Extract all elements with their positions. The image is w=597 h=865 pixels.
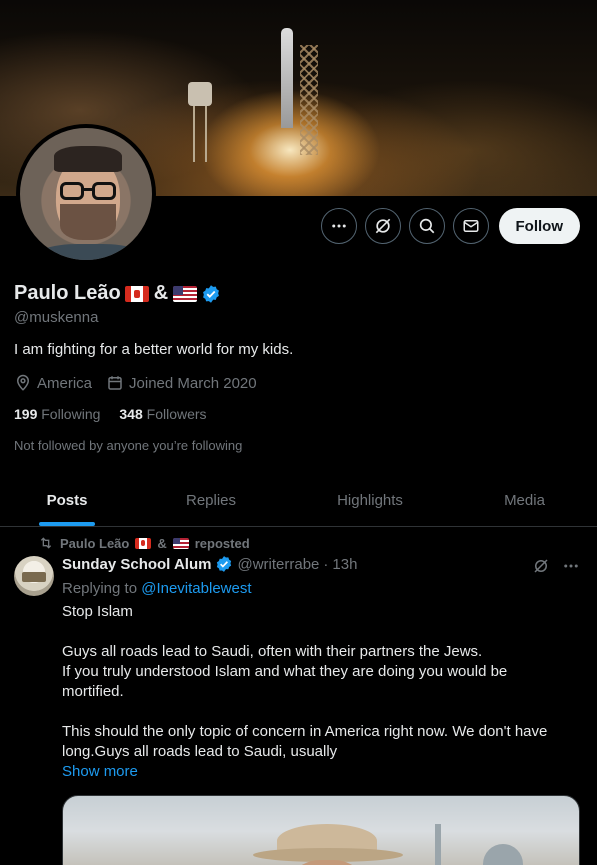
tweet-line: This should the only topic of concern in… <box>62 723 548 760</box>
tweet-author-name[interactable]: Sunday School Alum <box>62 556 211 573</box>
following-count: 199 <box>14 406 38 422</box>
more-horizontal-icon[interactable] <box>562 557 580 575</box>
tweet-media-image[interactable] <box>62 795 580 865</box>
search-button[interactable] <box>408 208 445 244</box>
replying-to: Replying to @Inevitablewest <box>62 580 252 597</box>
canada-flag-icon <box>135 537 152 549</box>
profile-actions: Follow <box>320 208 580 244</box>
launch-tower-graphic <box>300 45 318 155</box>
tweet-line: Guys all roads lead to Saudi, often with… <box>62 643 483 660</box>
usa-flag-icon <box>172 537 189 549</box>
more-options-button[interactable] <box>320 208 357 244</box>
verified-badge-icon[interactable] <box>201 284 221 304</box>
tweet-time[interactable]: 13h <box>332 556 357 573</box>
search-icon <box>419 218 434 234</box>
name-ampersand: & <box>153 282 169 304</box>
display-name: Paulo Leão <box>14 282 121 304</box>
show-more-link[interactable]: Show more <box>62 763 138 780</box>
tab-replies[interactable]: Replies <box>134 474 288 526</box>
tweet-separator: · <box>323 555 329 573</box>
tweet-author-handle[interactable]: @writerrabe <box>237 556 319 573</box>
tweet-text: Stop Islam Guys all roads lead to Saudi,… <box>62 602 567 762</box>
tab-posts[interactable]: Posts <box>0 474 134 526</box>
profile-meta: America Joined March 2020 <box>14 374 257 392</box>
profile-avatar[interactable] <box>16 124 156 264</box>
grok-icon[interactable] <box>532 557 550 575</box>
follow-button[interactable]: Follow <box>498 208 580 244</box>
profile-name-row: Paulo Leão & <box>14 282 221 305</box>
repost-indicator[interactable]: Paulo Leão & reposted <box>38 535 250 551</box>
following-link[interactable]: 199 Following <box>14 406 100 422</box>
profile-bio: I am fighting for a better world for my … <box>14 341 294 358</box>
followers-link[interactable]: 348 Followers <box>119 406 206 422</box>
tweet-header: Sunday School Alum @writerrabe · 13h <box>62 555 357 573</box>
profile-handle: @muskenna <box>14 309 99 326</box>
repost-icon <box>40 537 52 549</box>
replying-handle-link[interactable]: @Inevitablewest <box>141 580 251 597</box>
more-horizontal-icon <box>331 224 346 228</box>
tab-highlights[interactable]: Highlights <box>288 474 452 526</box>
usa-flag-icon <box>173 285 198 302</box>
tweet-tools <box>532 557 580 575</box>
replying-prefix: Replying to <box>62 580 138 597</box>
profile-tabs: Posts Replies Highlights Media <box>0 474 597 527</box>
grok-button[interactable] <box>364 208 401 244</box>
following-label: Following <box>41 406 101 422</box>
repost-suffix: reposted <box>194 535 250 551</box>
followers-count: 348 <box>119 406 143 422</box>
location-pin-icon <box>16 374 30 391</box>
grok-icon <box>375 218 390 234</box>
tweet-line: Stop Islam <box>62 603 133 620</box>
water-tower-graphic <box>188 82 212 162</box>
not-followed-note: Not followed by anyone you’re following <box>14 438 243 453</box>
followers-label: Followers <box>146 406 207 422</box>
repost-ampersand: & <box>157 535 167 551</box>
location-item: America <box>14 374 92 392</box>
profile-stats: 199 Following 348 Followers <box>14 406 207 422</box>
rocket-graphic <box>281 28 293 128</box>
envelope-icon <box>463 220 478 232</box>
joined-item: Joined March 2020 <box>106 374 257 392</box>
repost-name: Paulo Leão <box>60 535 130 551</box>
tweet-author-avatar[interactable] <box>14 556 54 596</box>
tweet-line: If you truly understood Islam and what t… <box>62 663 508 700</box>
message-button[interactable] <box>452 208 489 244</box>
joined-text: Joined March 2020 <box>129 374 257 392</box>
tab-media[interactable]: Media <box>452 474 597 526</box>
verified-badge-icon[interactable] <box>215 555 233 573</box>
calendar-icon <box>108 376 122 390</box>
location-text: America <box>37 374 93 392</box>
canada-flag-icon <box>124 285 149 302</box>
